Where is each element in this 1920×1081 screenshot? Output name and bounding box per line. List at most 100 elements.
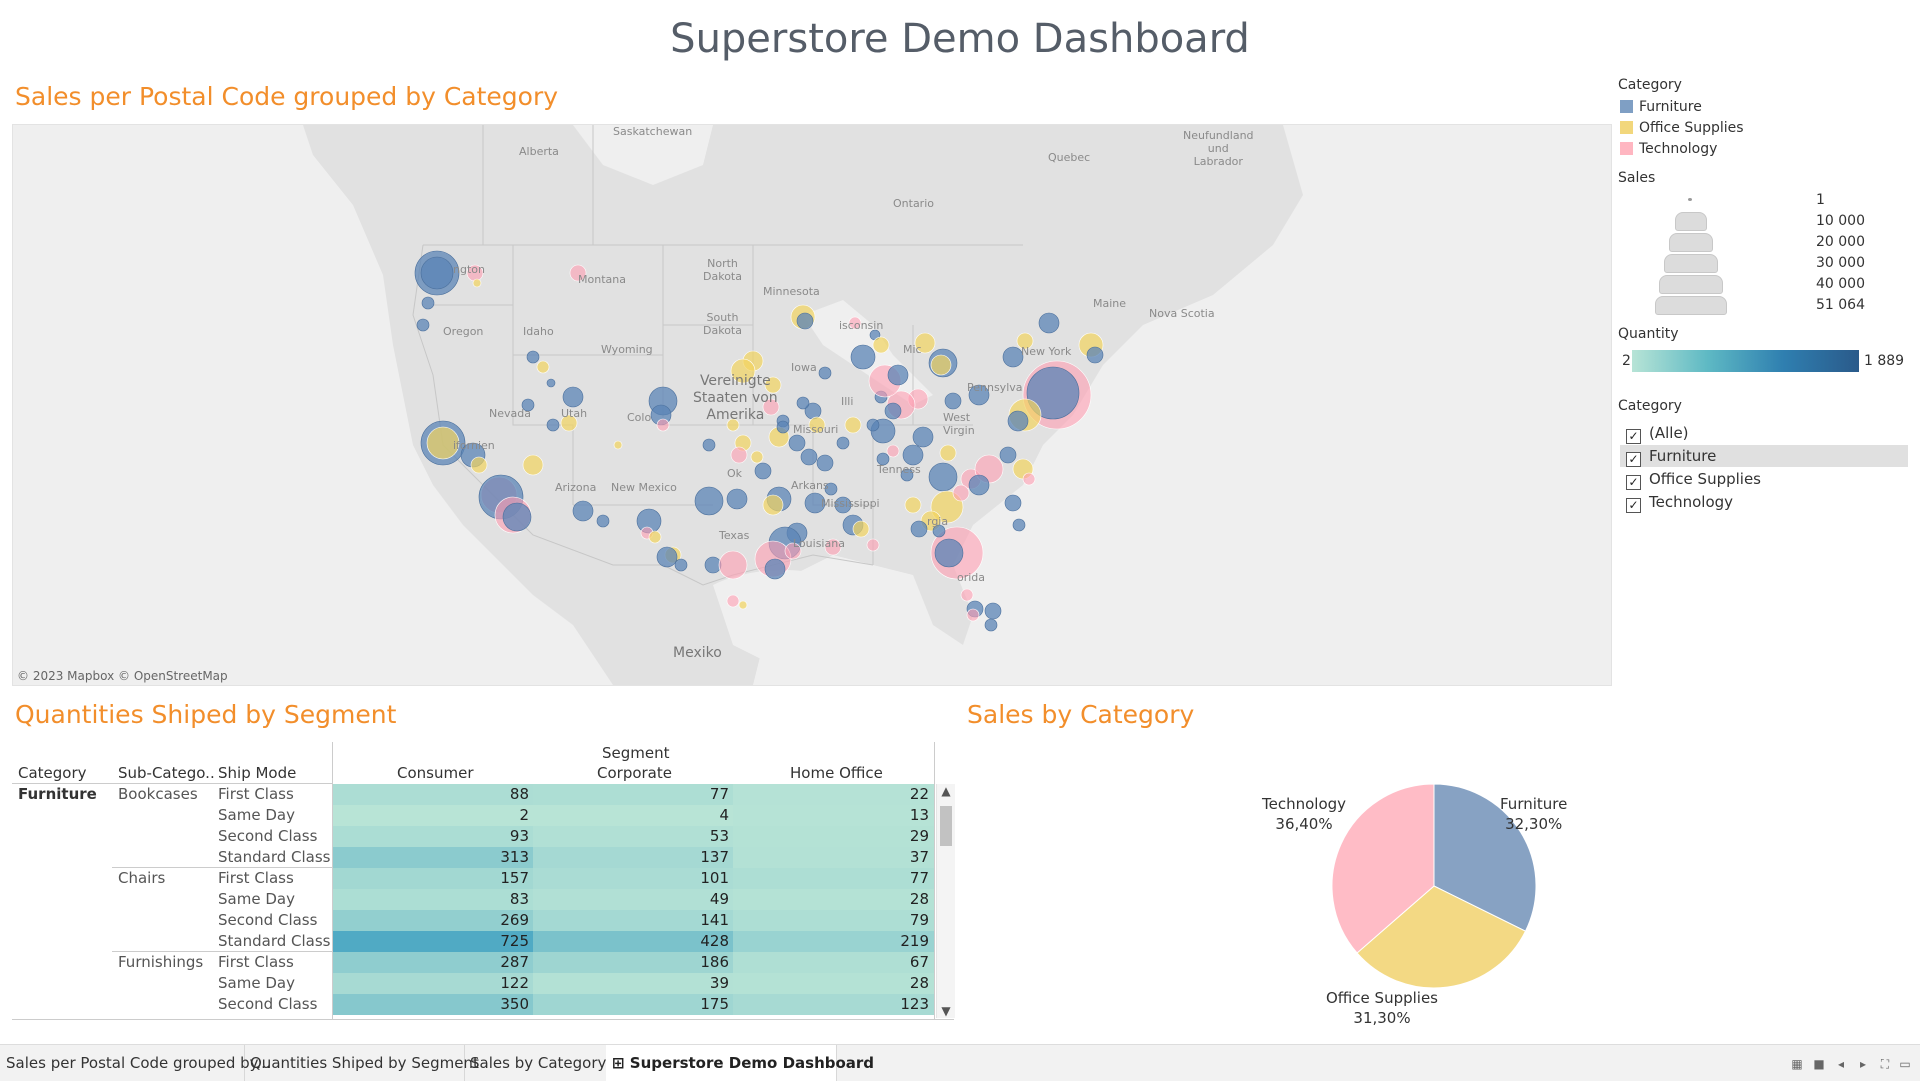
category-filter-item[interactable]: ✓ Technology	[1620, 491, 1908, 513]
map-sales-bubble[interactable]	[416, 318, 430, 332]
map-sales-bubble[interactable]	[726, 488, 748, 510]
presentation-icon[interactable]: ▭	[1898, 1057, 1912, 1071]
map-sales-bubble[interactable]	[912, 426, 934, 448]
map-sales-bubble[interactable]	[762, 494, 784, 516]
map-sales-bubble[interactable]	[656, 418, 670, 432]
next-sheet-icon[interactable]: ▸	[1856, 1057, 1870, 1071]
shipmode-cell: Second Class	[218, 827, 318, 845]
map-sales-bubble[interactable]	[984, 602, 1002, 620]
map-sales-bubble[interactable]	[648, 530, 662, 544]
map-sales-bubble[interactable]	[754, 462, 772, 480]
sheet-tab[interactable]: Sales per Postal Code grouped by...	[0, 1045, 271, 1081]
map-sales-bubble[interactable]	[1007, 410, 1029, 432]
map-sales-bubble[interactable]	[420, 256, 454, 290]
map-sales-bubble[interactable]	[738, 600, 748, 610]
map-sales-bubble[interactable]	[852, 520, 870, 538]
grid-view-icon[interactable]: ▦	[1790, 1057, 1804, 1071]
sales-map[interactable]: Saskatchewan Alberta Quebec Neufundland …	[12, 124, 1612, 686]
map-sales-bubble[interactable]	[674, 558, 688, 572]
map-sales-bubble[interactable]	[887, 364, 909, 386]
map-sales-bubble[interactable]	[1022, 472, 1036, 486]
map-sales-bubble[interactable]	[850, 344, 876, 370]
sheet-tab[interactable]: Quantities Shiped by Segment	[244, 1045, 479, 1081]
map-sales-bubble[interactable]	[656, 546, 678, 568]
map-sales-bubble[interactable]	[1012, 518, 1026, 532]
map-sales-bubble[interactable]	[836, 436, 850, 450]
map-sales-bubble[interactable]	[718, 550, 748, 580]
checkbox-checked-icon[interactable]: ✓	[1626, 475, 1641, 490]
value-corporate: 186	[700, 953, 729, 971]
map-sales-bubble[interactable]	[884, 402, 902, 420]
filmstrip-view-icon[interactable]: ■	[1812, 1057, 1826, 1071]
map-sales-bubble[interactable]	[968, 474, 990, 496]
map-sales-bubble[interactable]	[1002, 346, 1024, 368]
map-sales-bubble[interactable]	[726, 594, 740, 608]
map-sales-bubble[interactable]	[999, 446, 1017, 464]
map-sales-bubble[interactable]	[546, 418, 560, 432]
map-sales-bubble[interactable]	[596, 514, 610, 528]
map-sales-bubble[interactable]	[796, 312, 814, 330]
map-canvas[interactable]	[13, 125, 1611, 685]
map-sales-bubble[interactable]	[816, 454, 834, 472]
map-sales-bubble[interactable]	[984, 618, 998, 632]
map-sales-bubble[interactable]	[1086, 346, 1104, 364]
map-sales-bubble[interactable]	[952, 484, 970, 502]
map-sales-bubble[interactable]	[502, 502, 532, 532]
map-sales-bubble[interactable]	[522, 454, 544, 476]
map-sales-bubble[interactable]	[694, 486, 724, 516]
map-sales-bubble[interactable]	[796, 396, 810, 410]
map-sales-bubble[interactable]	[800, 448, 818, 466]
map-sales-bubble[interactable]	[872, 336, 890, 354]
scroll-down-arrow[interactable]: ▼	[937, 1004, 955, 1018]
checkbox-checked-icon[interactable]: ✓	[1626, 498, 1641, 513]
map-sales-bubble[interactable]	[546, 378, 556, 388]
map-sales-bubble[interactable]	[704, 556, 722, 574]
map-sales-bubble[interactable]	[904, 496, 922, 514]
sheet-tab[interactable]: ⊞ Superstore Demo Dashboard	[606, 1045, 874, 1081]
map-sales-bubble[interactable]	[472, 278, 482, 288]
map-label-ontario: Ontario	[893, 197, 934, 210]
map-sales-bubble[interactable]	[1038, 312, 1060, 334]
map-sales-bubble[interactable]	[536, 360, 550, 374]
map-sales-bubble[interactable]	[960, 588, 974, 602]
map-sales-bubble[interactable]	[944, 392, 962, 410]
map-sales-bubble[interactable]	[844, 416, 862, 434]
map-sales-bubble[interactable]	[572, 500, 594, 522]
map-sales-bubble[interactable]	[788, 434, 806, 452]
checkbox-checked-icon[interactable]: ✓	[1626, 452, 1641, 467]
category-filter-item[interactable]: ✓ Furniture	[1620, 445, 1908, 467]
prev-sheet-icon[interactable]: ◂	[1834, 1057, 1848, 1071]
map-sales-bubble[interactable]	[930, 354, 952, 376]
category-filter-item[interactable]: ✓ Office Supplies	[1620, 468, 1908, 490]
checkbox-checked-icon[interactable]: ✓	[1626, 429, 1641, 444]
value-home: 79	[909, 911, 929, 929]
map-sales-bubble[interactable]	[966, 608, 980, 622]
map-sales-bubble[interactable]	[886, 444, 900, 458]
map-sales-bubble[interactable]	[470, 456, 488, 474]
fullscreen-icon[interactable]: ⛶	[1878, 1057, 1892, 1071]
map-sales-bubble[interactable]	[866, 538, 880, 552]
map-sales-bubble[interactable]	[928, 462, 958, 492]
map-sales-bubble[interactable]	[1004, 494, 1022, 512]
map-sales-bubble[interactable]	[939, 444, 957, 462]
table-scrollbar[interactable]: ▲ ▼	[936, 784, 955, 1018]
map-sales-bubble[interactable]	[526, 350, 540, 364]
scroll-up-arrow[interactable]: ▲	[937, 784, 955, 798]
map-sales-bubble[interactable]	[750, 450, 764, 464]
map-sales-bubble[interactable]	[818, 366, 832, 380]
map-sales-bubble[interactable]	[910, 520, 928, 538]
scroll-thumb[interactable]	[940, 806, 952, 846]
map-sales-bubble[interactable]	[702, 438, 716, 452]
category-filter-item[interactable]: ✓ (Alle)	[1620, 422, 1908, 444]
map-sales-bubble[interactable]	[562, 386, 584, 408]
map-sales-bubble[interactable]	[764, 558, 786, 580]
map-sales-bubble[interactable]	[421, 296, 435, 310]
map-sales-bubble[interactable]	[902, 444, 924, 466]
map-sales-bubble[interactable]	[613, 440, 623, 450]
map-sales-bubble[interactable]	[934, 538, 964, 568]
value-home: 37	[909, 848, 929, 866]
map-sales-bubble[interactable]	[866, 418, 880, 432]
map-sales-bubble[interactable]	[730, 446, 748, 464]
map-sales-bubble[interactable]	[776, 420, 790, 434]
sheet-tab[interactable]: Sales by Category	[464, 1045, 607, 1081]
